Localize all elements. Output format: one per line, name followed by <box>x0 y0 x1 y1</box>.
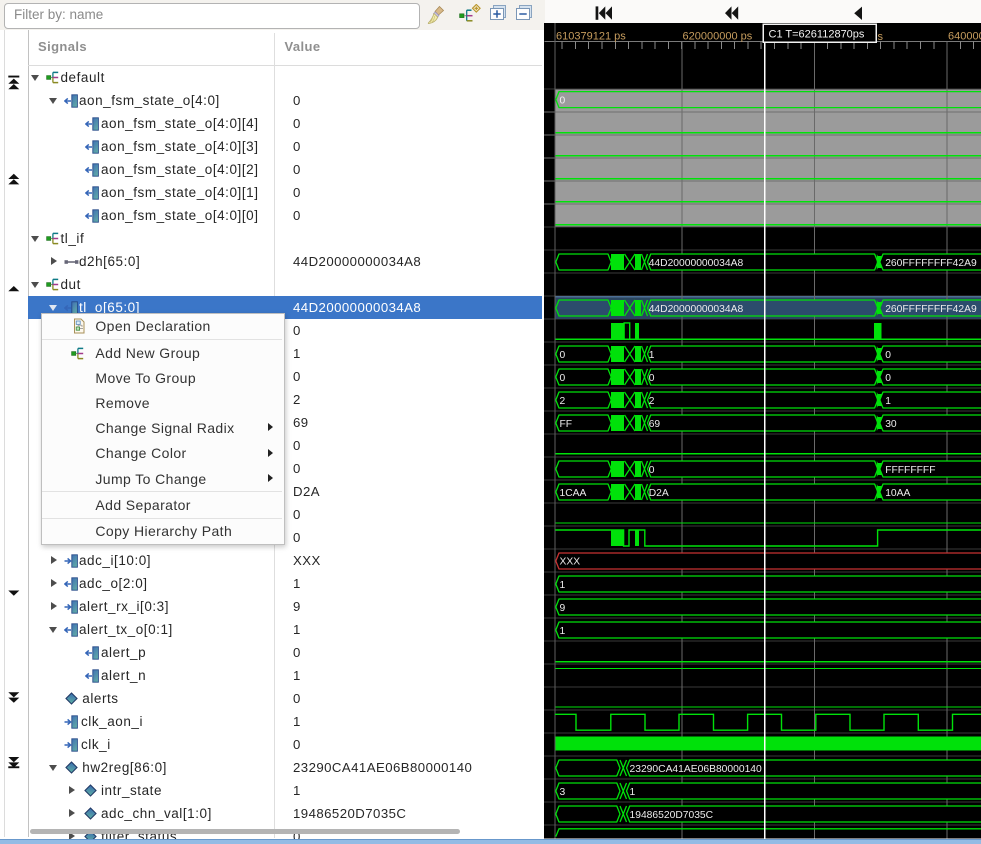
svg-text:FFFFFFFF: FFFFFFFF <box>885 465 935 476</box>
svg-text:0: 0 <box>885 350 891 361</box>
svg-text:2: 2 <box>560 396 566 407</box>
svg-text:2: 2 <box>649 396 655 407</box>
svg-text:1: 1 <box>630 787 636 798</box>
svg-text:0: 0 <box>649 373 655 384</box>
svg-text:1: 1 <box>560 626 566 637</box>
svg-text:C1 T=626112870ps: C1 T=626112870ps <box>769 28 865 40</box>
svg-text:FF: FF <box>560 419 573 430</box>
svg-text:0: 0 <box>560 95 566 106</box>
svg-text:0: 0 <box>649 465 655 476</box>
svg-text:260FFFFFFFF42A9: 260FFFFFFFF42A9 <box>885 304 977 315</box>
svg-text:1: 1 <box>560 580 566 591</box>
svg-text:30: 30 <box>885 419 897 430</box>
svg-text:0: 0 <box>560 350 566 361</box>
svg-text:44D20000000034A8: 44D20000000034A8 <box>649 258 744 269</box>
svg-text:3: 3 <box>560 787 566 798</box>
svg-text:610379121 ps: 610379121 ps <box>556 31 626 43</box>
svg-text:23290CA41AE06B80000140: 23290CA41AE06B80000140 <box>630 764 763 775</box>
svg-text:1: 1 <box>885 396 891 407</box>
svg-text:D2A: D2A <box>649 488 669 499</box>
svg-text:640000: 640000 <box>948 31 981 43</box>
svg-text:69: 69 <box>649 419 661 430</box>
svg-text:XXX: XXX <box>560 557 581 568</box>
svg-text:260FFFFFFFF42A9: 260FFFFFFFF42A9 <box>885 258 977 269</box>
svg-text:0: 0 <box>885 373 891 384</box>
svg-text:0: 0 <box>560 373 566 384</box>
svg-text:9: 9 <box>560 603 566 614</box>
svg-text:19486520D7035C: 19486520D7035C <box>630 810 714 821</box>
svg-text:44D20000000034A8: 44D20000000034A8 <box>649 304 744 315</box>
svg-text:1: 1 <box>649 350 655 361</box>
svg-text:10AA: 10AA <box>885 488 910 499</box>
svg-text:s: s <box>878 31 884 43</box>
svg-text:1CAA: 1CAA <box>560 488 587 499</box>
svg-text:620000000 ps: 620000000 ps <box>683 31 753 43</box>
